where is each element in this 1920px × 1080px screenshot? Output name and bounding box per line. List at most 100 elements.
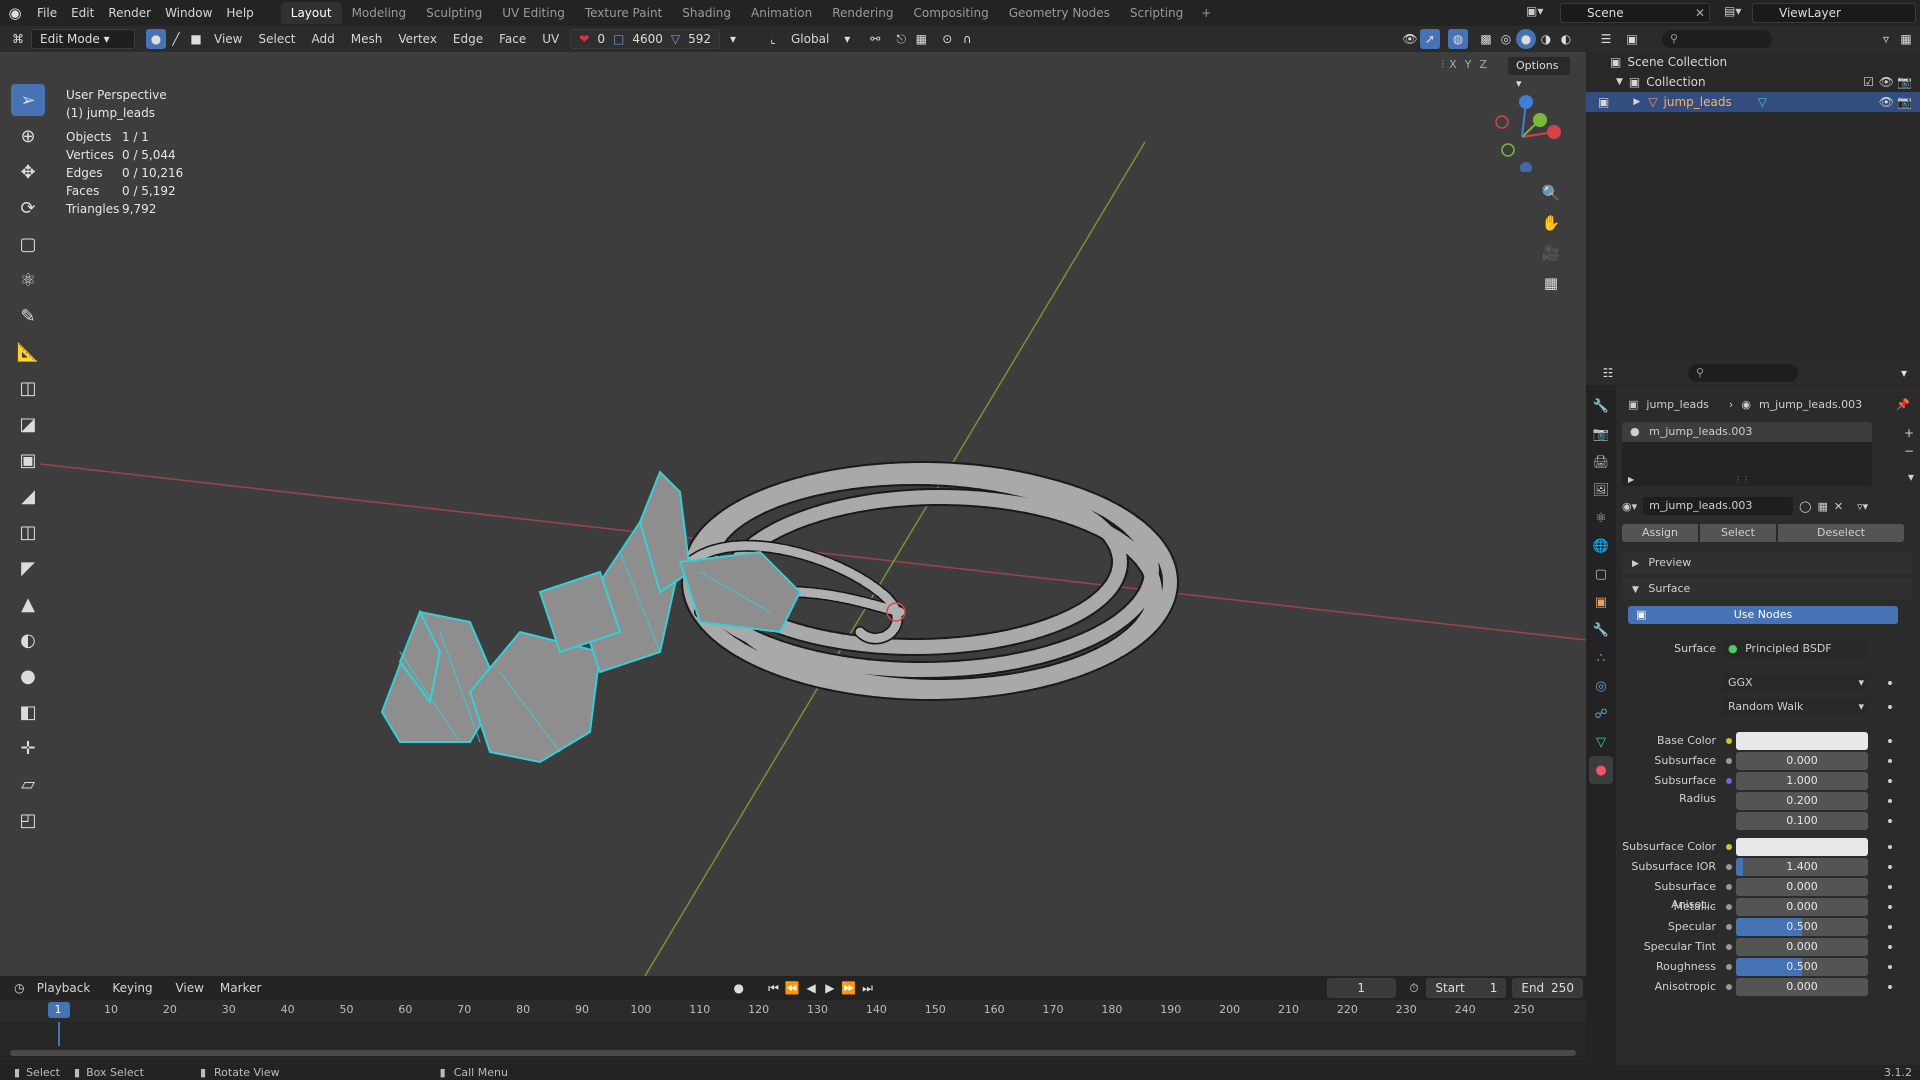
mesh-data-icon[interactable]: ▽ — [1758, 95, 1767, 109]
keyframe-dot-icon[interactable] — [1888, 965, 1892, 969]
distribution-dropdown[interactable]: GGX ▾ — [1722, 674, 1868, 692]
menu-timeline-view[interactable]: View — [167, 978, 211, 998]
value-field[interactable]: 0.000 — [1736, 878, 1868, 896]
keyframe-dot-icon[interactable] — [1888, 799, 1892, 803]
outliner-object-jump-leads[interactable]: ▣ ▶ ▽ jump_leads ▽ 👁 📷 — [1586, 92, 1920, 112]
slot-specials-icon[interactable]: ▾ — [1908, 470, 1914, 484]
bevel-tool-icon[interactable]: ◢ — [11, 480, 45, 512]
menu-edge[interactable]: Edge — [445, 29, 491, 49]
output-tab-icon[interactable]: 🖨 — [1589, 448, 1613, 476]
tab-uv-editing[interactable]: UV Editing — [492, 2, 575, 24]
gizmo-icon[interactable]: ➚ — [1420, 29, 1440, 49]
proportional-icon[interactable]: ⊙ — [937, 29, 957, 49]
collection-tab-icon[interactable]: ▢ — [1589, 560, 1613, 588]
navigation-gizmo[interactable]: 🔍 ✋ 🎥 ▦ — [1466, 82, 1586, 342]
object-visibility-icon[interactable]: 👁 — [1879, 95, 1894, 109]
slot-resize-handle-icon[interactable]: ⋮⋮ — [1734, 475, 1750, 484]
deselect-button[interactable]: Deselect — [1778, 524, 1904, 542]
view-layer-field[interactable]: ViewLayer — [1752, 3, 1916, 23]
menu-view[interactable]: View — [206, 29, 250, 49]
gizmo-z-icon[interactable] — [1519, 95, 1533, 109]
value-field[interactable]: 0.000 — [1736, 898, 1868, 916]
vertex-select-icon[interactable]: ● — [146, 29, 166, 49]
remove-slot-icon[interactable]: − — [1904, 444, 1914, 458]
display-mode-icon[interactable]: ▣ — [1622, 29, 1642, 49]
blender-logo-icon[interactable]: ◉ — [0, 0, 30, 26]
stopwatch-icon[interactable]: ⏱ — [1405, 978, 1424, 998]
world-tab-icon[interactable]: 🌐 — [1589, 532, 1613, 560]
menu-add[interactable]: Add — [304, 29, 343, 49]
viewport-canvas[interactable] — [0, 52, 1586, 976]
current-frame-field[interactable]: 1 — [1326, 978, 1396, 998]
render-tab-icon[interactable]: 📷 — [1589, 420, 1613, 448]
add-cube-tool-icon[interactable]: ◫ — [11, 372, 45, 404]
value-field[interactable]: 0.000 — [1736, 978, 1868, 996]
subsurface-method-dropdown[interactable]: Random Walk ▾ — [1722, 698, 1868, 716]
input-socket-icon[interactable] — [1726, 778, 1732, 784]
menu-vertex[interactable]: Vertex — [390, 29, 445, 49]
mirror-icon[interactable]: ⫶ — [1441, 58, 1444, 72]
menu-mesh[interactable]: Mesh — [343, 29, 391, 49]
edit-mode-icon[interactable]: ▣ — [1598, 95, 1609, 109]
collection-render-icon[interactable]: 📷 — [1897, 75, 1912, 89]
pin-icon[interactable]: 📌 — [1896, 398, 1910, 411]
tab-compositing[interactable]: Compositing — [903, 2, 998, 24]
value-field[interactable]: 0.500 — [1736, 918, 1868, 936]
smooth-tool-icon[interactable]: ● — [11, 660, 45, 692]
axis-z-toggle[interactable]: Z — [1476, 58, 1490, 72]
face-select-icon[interactable]: ■ — [186, 29, 206, 49]
value-field[interactable]: 0.100 — [1736, 812, 1868, 830]
value-field[interactable]: 0.500 — [1736, 958, 1868, 976]
orientation-dropdown[interactable]: Global — [783, 29, 837, 49]
keyframe-dot-icon[interactable] — [1888, 865, 1892, 869]
extrude-tool-icon[interactable]: ◪ — [11, 408, 45, 440]
material-tab-icon[interactable]: ● — [1589, 756, 1613, 784]
timeline-track[interactable] — [0, 1022, 1586, 1060]
properties-search-input[interactable]: ⚲ — [1688, 363, 1798, 382]
rip-tool-icon[interactable]: ◰ — [11, 804, 45, 836]
annotate-tool-icon[interactable]: ✎ — [11, 300, 45, 332]
knife-tool-icon[interactable]: ◤ — [11, 552, 45, 584]
rendered-shading-icon[interactable]: ◐ — [1556, 29, 1576, 49]
axis-gizmo[interactable] — [1466, 82, 1586, 172]
prev-keyframe-icon[interactable]: ⏪ — [783, 978, 802, 998]
jump-leads-mesh[interactable] — [380, 461, 1179, 764]
material-slot-list[interactable]: ● m_jump_leads.003 ▶ ⋮⋮ — [1622, 422, 1872, 486]
surface-shader-field[interactable]: ● Principled BSDF — [1722, 640, 1868, 658]
jump-start-icon[interactable]: ⏮ — [764, 978, 783, 998]
pivot-icon[interactable]: ▾ — [837, 29, 857, 49]
preview-panel-header[interactable]: ▶ Preview — [1622, 552, 1912, 574]
menu-playback[interactable]: Playback ▾ — [29, 978, 105, 1015]
add-workspace-icon[interactable]: + — [1193, 6, 1219, 20]
next-keyframe-icon[interactable]: ⏩ — [839, 978, 858, 998]
gizmo-x-icon[interactable] — [1547, 125, 1561, 139]
edge-slide-tool-icon[interactable]: ◧ — [11, 696, 45, 728]
value-field[interactable]: 1.000 — [1736, 772, 1868, 790]
tab-modeling[interactable]: Modeling — [342, 2, 417, 24]
tab-sculpting[interactable]: Sculpting — [416, 2, 492, 24]
tab-scripting[interactable]: Scripting — [1120, 2, 1193, 24]
menu-render[interactable]: Render — [101, 0, 158, 26]
perspective-grid-icon[interactable]: ▦ — [1538, 270, 1564, 296]
view-layer-icon[interactable]: ▤▾ — [1724, 4, 1741, 18]
gizmo-neg-z-icon[interactable] — [1520, 162, 1532, 172]
subsurface-method-keyframe-icon[interactable] — [1888, 705, 1892, 709]
pivot-point-icon[interactable]: ⚯ — [865, 29, 885, 49]
material-name-field[interactable]: m_jump_leads.003 — [1643, 497, 1794, 515]
menu-help[interactable]: Help — [219, 0, 260, 26]
tab-animation[interactable]: Animation — [741, 2, 822, 24]
tab-texture-paint[interactable]: Texture Paint — [575, 2, 672, 24]
expand-collection-icon[interactable]: ▼ — [1616, 77, 1623, 87]
stat-counter[interactable]: ❤ 0 □ 4600 ▽ 592 — [570, 29, 720, 49]
object-render-icon[interactable]: 📷 — [1897, 95, 1912, 109]
cursor-tool-icon[interactable]: ⊕ — [11, 120, 45, 152]
distribution-keyframe-icon[interactable] — [1888, 681, 1892, 685]
fake-user-icon[interactable]: ◯ — [1799, 500, 1811, 513]
keyframe-dot-icon[interactable] — [1888, 845, 1892, 849]
properties-editor-icon[interactable]: ☷ — [1598, 363, 1618, 383]
menu-file[interactable]: File — [30, 0, 64, 26]
input-socket-icon[interactable] — [1726, 984, 1732, 990]
axis-y-toggle[interactable]: Y — [1462, 58, 1475, 72]
filter-icon[interactable]: ▿ — [1876, 29, 1896, 49]
input-socket-icon[interactable] — [1726, 738, 1732, 744]
